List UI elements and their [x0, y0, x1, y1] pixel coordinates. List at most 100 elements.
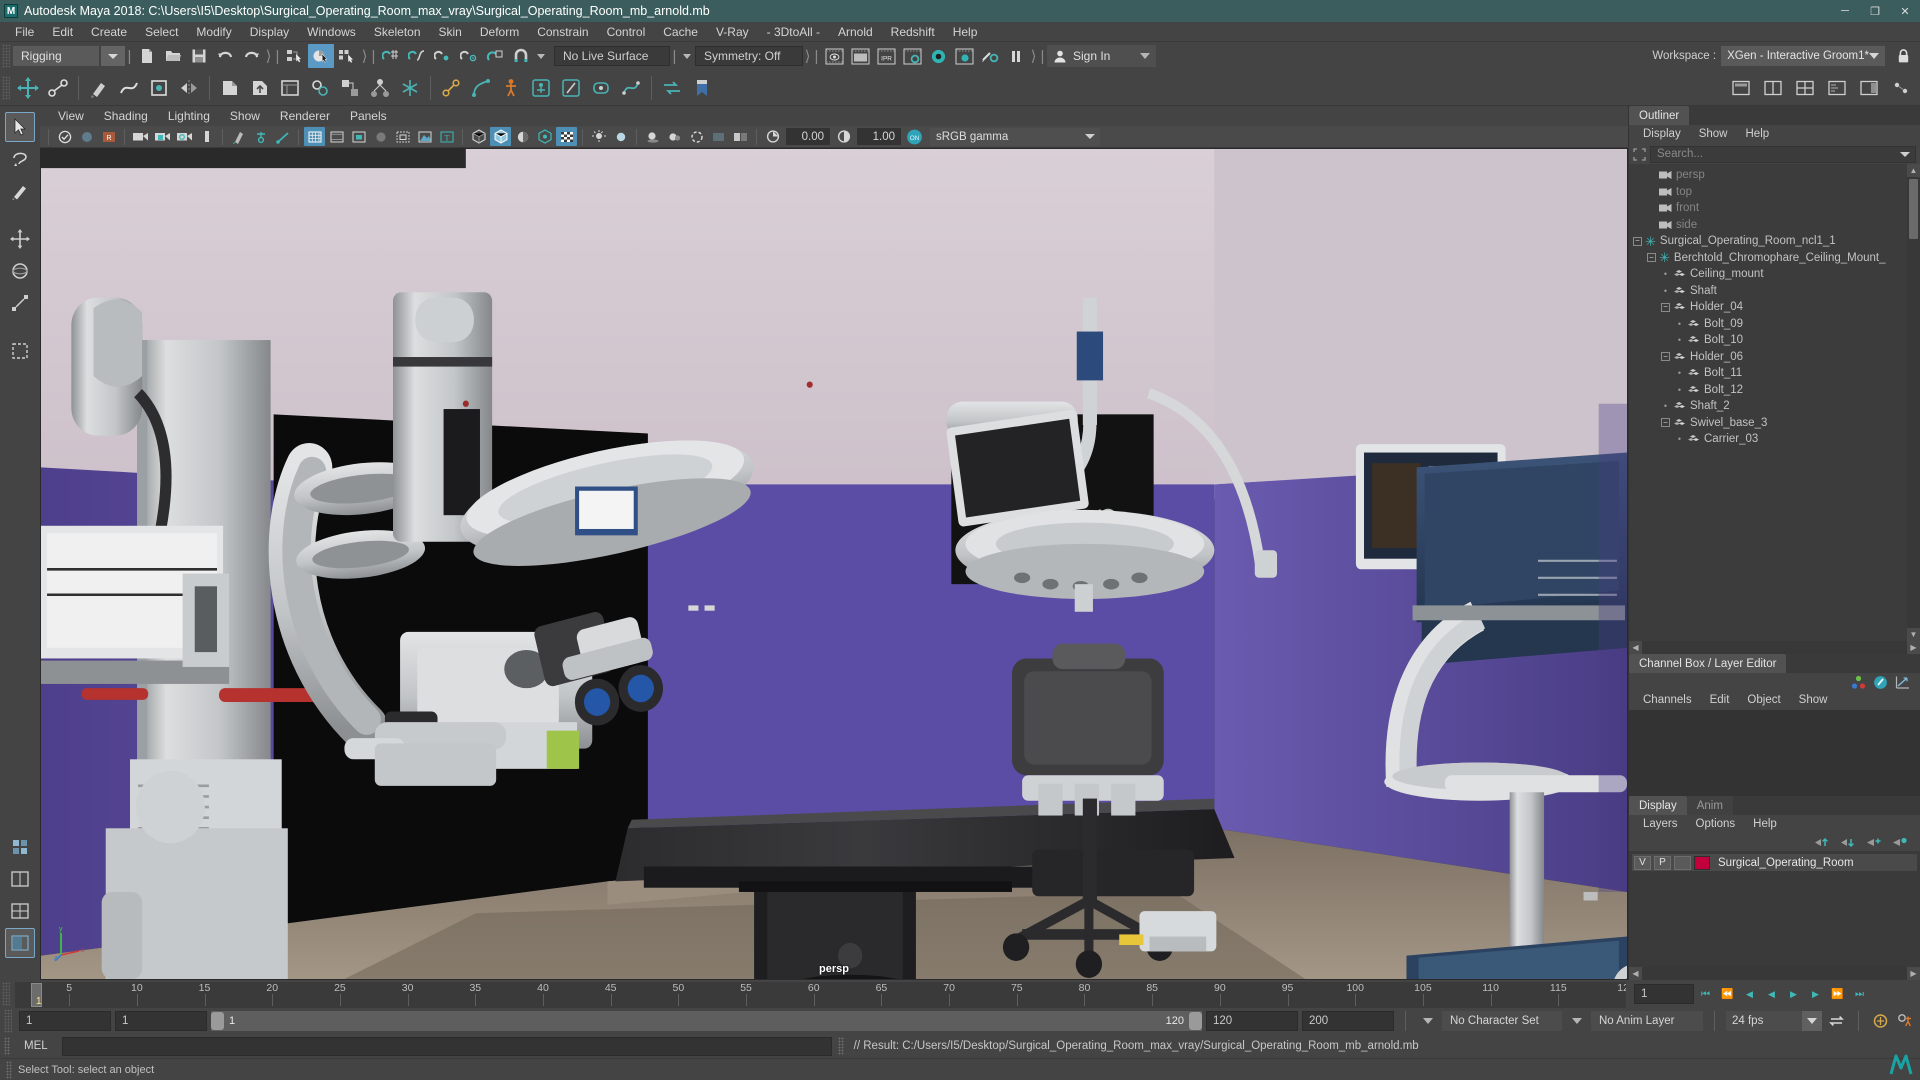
layer-menu-help[interactable]: Help [1745, 815, 1785, 834]
step-back-frame-icon[interactable]: ◀ [1739, 985, 1760, 1004]
quick-rig-icon[interactable] [526, 73, 556, 103]
tab-anim-layers[interactable]: Anim [1686, 796, 1733, 815]
search-caret-icon[interactable] [1900, 151, 1910, 157]
outliner-tree[interactable]: persp top front side − ✳ Surgical_Operating_Ro… [1629, 164, 1920, 641]
outliner-item[interactable]: • Shaft [1629, 283, 1920, 300]
outliner-scroll-left-icon[interactable]: ◀ [1629, 641, 1642, 654]
render-setup-icon[interactable] [977, 44, 1003, 68]
menu-windows[interactable]: Windows [298, 22, 365, 42]
create-joint-icon[interactable] [436, 73, 466, 103]
outliner-item[interactable]: − ✳ Surgical_Operating_Room_ncl1_1 [1629, 233, 1920, 250]
outliner-collapse-toggle[interactable]: − [1661, 352, 1670, 362]
tab-channel-box[interactable]: Channel Box / Layer Editor [1629, 654, 1787, 673]
smooth-mesh-preview-icon[interactable] [534, 127, 555, 146]
command-line-grip[interactable] [4, 1037, 10, 1055]
outliner-item[interactable]: top [1629, 184, 1920, 201]
outliner-menu-help[interactable]: Help [1738, 125, 1778, 144]
magnet-icon[interactable] [508, 44, 534, 68]
render-settings-icon[interactable] [899, 44, 925, 68]
outliner-collapse-toggle[interactable]: − [1633, 236, 1642, 246]
open-scene-icon[interactable] [160, 44, 186, 68]
exposure-icon[interactable] [762, 127, 783, 146]
range-slider[interactable]: 1 120 [211, 1011, 1202, 1031]
range-grip[interactable] [4, 1009, 12, 1033]
layout-two-pane-icon[interactable] [1758, 73, 1788, 103]
viewport-menu-panels[interactable]: Panels [340, 106, 397, 126]
shaded-display-icon[interactable] [490, 127, 511, 146]
hypergraph-panel-icon[interactable] [1886, 73, 1916, 103]
maximize-button[interactable]: ❐ [1860, 0, 1890, 22]
character-set-caret-icon[interactable] [1417, 1012, 1438, 1031]
skeleton-builder-icon[interactable] [556, 73, 586, 103]
viewport-menu-renderer[interactable]: Renderer [270, 106, 340, 126]
select-camera-icon[interactable] [54, 127, 75, 146]
outliner-scroll-right-icon[interactable]: ▶ [1907, 641, 1920, 654]
redo-previous-render-icon[interactable] [847, 44, 873, 68]
outliner-item[interactable]: side [1629, 217, 1920, 234]
outliner-horizontal-scrollbar[interactable]: ◀ ▶ [1629, 641, 1920, 654]
shaded-wireframe-icon[interactable] [392, 127, 413, 146]
rotate-tool-icon[interactable] [5, 256, 35, 286]
outliner-collapse-toggle[interactable]: − [1647, 253, 1656, 263]
timeline-grip[interactable] [2, 982, 10, 1006]
time-slider[interactable]: 5 10 15 20 25 30 35 40 45 50 55 60 65 70 75 80 85 90 95 100… [15, 982, 1626, 1008]
camera-attributes-icon[interactable] [130, 127, 151, 146]
layer-list[interactable]: V P Surgical_Operating_Room [1629, 851, 1920, 967]
layer-visibility-toggle[interactable]: V [1634, 855, 1651, 870]
gamma-icon[interactable] [833, 127, 854, 146]
redo-icon[interactable] [238, 44, 264, 68]
symmetry-field[interactable]: Symmetry: Off [695, 46, 803, 66]
animation-preferences-icon[interactable] [1895, 1012, 1916, 1031]
tab-display-layers[interactable]: Display [1629, 796, 1687, 815]
outliner-item[interactable]: − Holder_06 [1629, 349, 1920, 366]
menu-skin[interactable]: Skin [430, 22, 471, 42]
blendshape-icon[interactable] [616, 73, 646, 103]
depth-of-field-icon[interactable] [730, 127, 751, 146]
ipr-render-icon[interactable]: IPR [873, 44, 899, 68]
camera-lock-icon[interactable] [152, 127, 173, 146]
new-scene-icon[interactable] [134, 44, 160, 68]
attribute-editor-icon[interactable] [1873, 675, 1888, 690]
smooth-skin-icon[interactable] [114, 73, 144, 103]
camera-settings-icon[interactable] [174, 127, 195, 146]
channelbox-menu-show[interactable]: Show [1791, 691, 1836, 710]
channelbox-menu-channels[interactable]: Channels [1635, 691, 1700, 710]
layer-hscroll-track[interactable] [1642, 967, 1907, 980]
use-all-lights-icon[interactable] [610, 127, 631, 146]
current-frame-field[interactable]: 1 [1634, 984, 1694, 1004]
paint-select-tool-icon[interactable] [5, 176, 35, 206]
status-bar-grip[interactable] [6, 1060, 12, 1079]
viewport-menu-lighting[interactable]: Lighting [158, 106, 220, 126]
step-back-key-icon[interactable]: ⏪ [1717, 985, 1738, 1004]
outliner-item[interactable]: • Bolt_12 [1629, 382, 1920, 399]
layer-color-swatch[interactable] [1694, 855, 1710, 870]
go-to-end-icon[interactable]: ⏭ [1849, 985, 1870, 1004]
group-icon[interactable] [335, 73, 365, 103]
move-tool-sidebar-icon[interactable] [5, 224, 35, 254]
color-space-caret-icon[interactable] [1085, 134, 1095, 139]
menu-constrain[interactable]: Constrain [528, 22, 597, 42]
signin-button[interactable]: Sign In [1047, 45, 1157, 67]
outliner-scroll-down-icon[interactable]: ▼ [1907, 628, 1920, 641]
snap-to-view-planes-icon[interactable] [482, 44, 508, 68]
bind-skin-icon[interactable] [144, 73, 174, 103]
snap-options-caret-icon[interactable] [534, 44, 548, 68]
create-layer-from-selected-icon[interactable] [1892, 836, 1908, 849]
snap-to-projected-center-icon[interactable] [456, 44, 482, 68]
smooth-shade-selected-icon[interactable] [348, 127, 369, 146]
outliner-search-input[interactable]: Search... [1650, 145, 1916, 163]
snap-to-grid-icon[interactable] [378, 44, 404, 68]
symmetry-caret-icon[interactable] [679, 44, 695, 68]
wireframe-shading-icon[interactable] [304, 127, 325, 146]
xray-joints-icon[interactable] [272, 127, 293, 146]
attribute-editor-panel-icon[interactable] [1854, 73, 1884, 103]
range-start-handle[interactable] [211, 1012, 224, 1030]
layout-quick-1-icon[interactable] [5, 864, 35, 894]
menu-modify[interactable]: Modify [187, 22, 240, 42]
anim-layer-caret-icon[interactable] [1566, 1012, 1587, 1031]
select-by-component-type-icon[interactable] [334, 44, 360, 68]
namespace-editor-icon[interactable] [305, 73, 335, 103]
tab-outliner[interactable]: Outliner [1629, 106, 1690, 125]
menu-cache[interactable]: Cache [654, 22, 707, 42]
menu-help[interactable]: Help [944, 22, 987, 42]
